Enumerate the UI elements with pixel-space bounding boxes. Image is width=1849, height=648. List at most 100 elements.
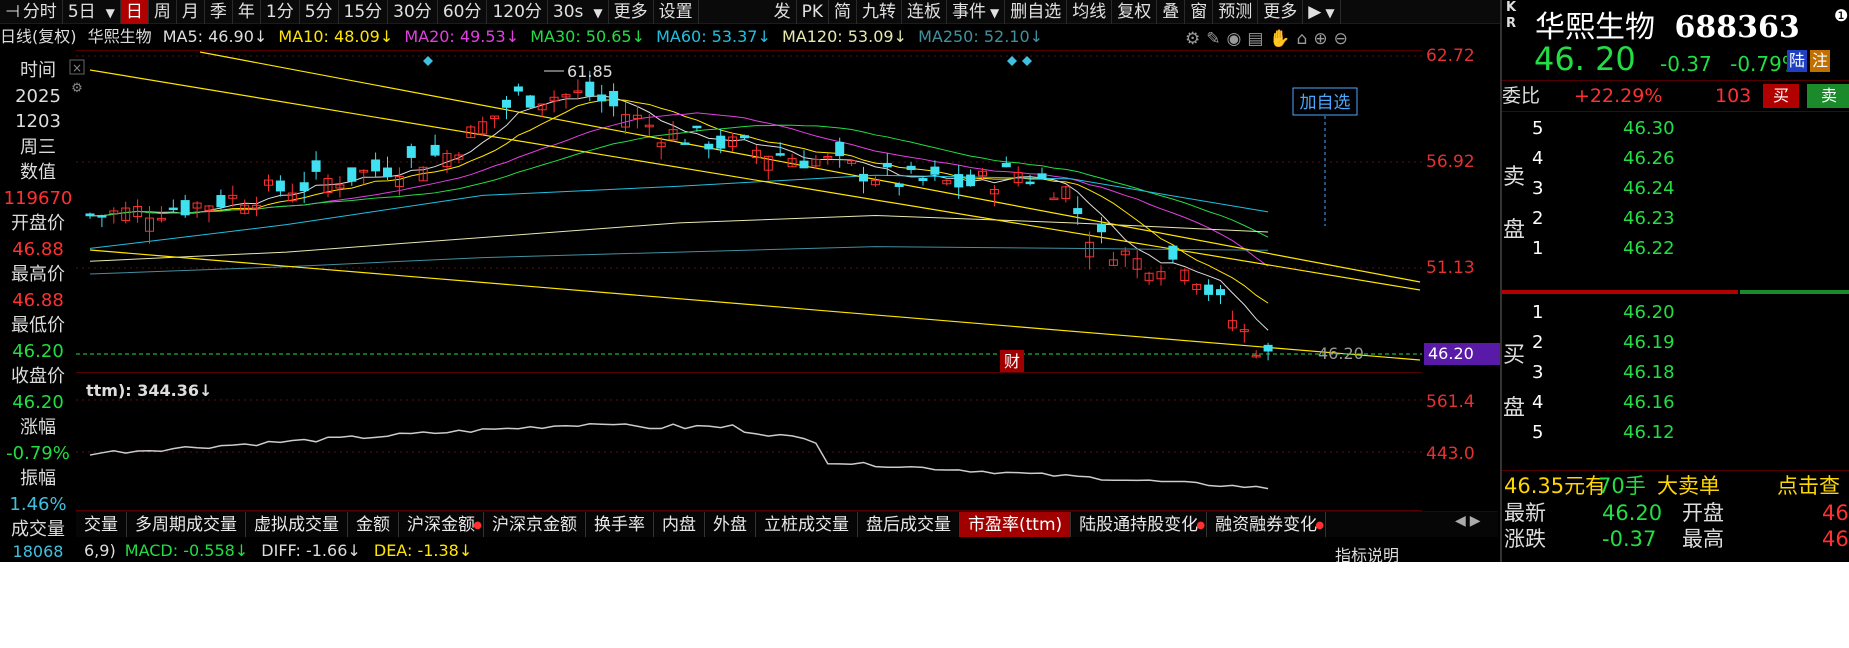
chevron-left-icon[interactable]: ◀: [1455, 513, 1470, 529]
candle-body: [371, 159, 381, 172]
tab-6[interactable]: 换手率: [586, 512, 654, 537]
dot-icon: ●: [1196, 520, 1206, 531]
order-book-row[interactable]: 1 46.20: [1532, 298, 1832, 327]
order-book-row[interactable]: 3 46.24: [1532, 174, 1832, 203]
tab-9[interactable]: 立桩成交量: [756, 512, 858, 537]
candle-body: [716, 135, 726, 149]
candle-body: [275, 180, 285, 192]
weibi-label: 委比: [1502, 85, 1541, 107]
ask-side-label-top: 卖: [1502, 165, 1525, 190]
close-icon[interactable]: ×: [72, 61, 82, 75]
tab-8[interactable]: 外盘: [705, 512, 756, 537]
price: 46.16: [1623, 392, 1675, 413]
stock-tags: 陆 注: [1787, 50, 1831, 72]
price: 46.18: [1623, 362, 1675, 383]
price: 46.20: [1623, 302, 1675, 323]
sell-button[interactable]: 卖: [1807, 84, 1849, 108]
tag-lu[interactable]: 陆: [1787, 50, 1808, 72]
tab-label: 沪深京金额: [492, 515, 577, 535]
current-price-badge: 46.20: [1424, 343, 1500, 365]
big-order-row[interactable]: 46.35元有 70手 大卖单 点击查: [1502, 470, 1849, 500]
tab-2[interactable]: 虚拟成交量: [246, 512, 348, 537]
candle-body: [97, 215, 107, 218]
price: 46.19: [1623, 332, 1675, 353]
grid-lines: [76, 55, 1422, 453]
candle-body: [85, 213, 95, 217]
trend-line: [89, 69, 1421, 291]
candle-body: [299, 182, 309, 192]
indicator-explain-button[interactable]: 指标说明: [1335, 542, 1399, 562]
candle-body: [930, 166, 940, 175]
tab-scroll: ◀▶: [1455, 513, 1485, 529]
moving-average-lines: [89, 95, 1269, 331]
last-price: 46. 20: [1534, 40, 1636, 78]
quote-key: 开盘: [1682, 501, 1724, 525]
add-watch-label[interactable]: 加自选: [1300, 93, 1351, 113]
order-book-row[interactable]: 2 46.23: [1532, 204, 1832, 233]
change-amount: -0.37: [1660, 52, 1712, 76]
big-order-action[interactable]: 点击查: [1777, 471, 1840, 501]
tab-label: 金额: [356, 515, 390, 535]
candle-body: [906, 165, 916, 171]
tab-4[interactable]: 沪深金额 ●: [399, 512, 484, 537]
price: 46.30: [1623, 118, 1675, 139]
order-book-row[interactable]: 5 46.30: [1532, 114, 1832, 143]
candle-body: [740, 135, 749, 139]
tab-label: 融资融券变化: [1215, 515, 1318, 535]
order-book-row[interactable]: 4 46.16: [1532, 388, 1832, 417]
tab-3[interactable]: 金额: [348, 512, 399, 537]
tab-label: 沪深金额: [407, 515, 475, 535]
ask-side-label-bottom: 盘: [1502, 218, 1525, 243]
candle-body: [406, 146, 416, 158]
tab-label: 外盘: [713, 515, 747, 535]
level: 2: [1532, 332, 1544, 353]
order-book-row[interactable]: 4 46.26: [1532, 144, 1832, 173]
tab-10[interactable]: 盘后成交量: [858, 512, 960, 537]
chart-separator: [76, 372, 1422, 373]
diamond-marker: [1022, 56, 1032, 66]
tab-label: 立桩成交量: [764, 515, 849, 535]
order-book-row[interactable]: 5 46.12: [1532, 418, 1832, 447]
candle-body: [383, 167, 392, 178]
diamond-marker: [423, 56, 433, 66]
price: 46.24: [1623, 178, 1675, 199]
gear-icon[interactable]: ⚙: [71, 81, 83, 96]
order-book-row[interactable]: 2 46.19: [1532, 328, 1832, 357]
macd-prefix: 6,9): [84, 541, 116, 560]
chevron-right-icon[interactable]: ▶: [1470, 513, 1485, 529]
stock-chart-app: ⊣ 分时 5日 ▼ 日周月季年 1分 5分 15分 30分 60分 120分 30s ▼ 更多 设置发 PK 简…: [0, 0, 1849, 562]
candle-body: [430, 144, 440, 156]
tab-label: 盘后成交量: [866, 515, 951, 535]
tab-5[interactable]: 沪深京金额: [484, 512, 586, 537]
long-ma-line: [89, 215, 1269, 262]
info-icon[interactable]: ❶: [1834, 6, 1848, 25]
tab-0[interactable]: 交量: [76, 512, 127, 537]
tab-11[interactable]: 市盈率(ttm): [960, 512, 1072, 537]
order-book-row[interactable]: 3 46.18: [1532, 358, 1832, 387]
tab-label: 换手率: [594, 515, 645, 535]
divider-green: [1740, 290, 1849, 294]
order-book-row[interactable]: 1 46.22: [1532, 234, 1832, 263]
candle-body: [168, 207, 178, 211]
tab-label: 内盘: [662, 515, 696, 535]
candle-body: [311, 160, 321, 172]
candle-body: [1097, 223, 1106, 233]
candle-body: [525, 95, 535, 108]
weibi-value: +22.29%: [1574, 85, 1663, 107]
quote-key: 最高: [1682, 527, 1724, 551]
tag-zhu[interactable]: 注: [1810, 50, 1831, 72]
candle-body: [513, 86, 523, 92]
tab-13[interactable]: 融资融券变化 ●: [1207, 512, 1327, 537]
candle-body: [1168, 245, 1178, 260]
tab-12[interactable]: 陆股通持股变化 ●: [1071, 512, 1208, 537]
level: 5: [1532, 422, 1544, 443]
quote-value: 46.20: [1602, 501, 1663, 525]
buy-button[interactable]: 买: [1763, 84, 1799, 108]
fin-marker: 财: [1004, 352, 1020, 371]
price-tick: 51.13: [1426, 258, 1475, 278]
tab-1[interactable]: 多周期成交量: [127, 512, 246, 537]
tab-7[interactable]: 内盘: [654, 512, 705, 537]
candlestick-chart[interactable]: 加自选 61.85 46.20 财 × ⚙ ttm): 344.36↓: [0, 0, 1422, 562]
trend-line: [89, 249, 1421, 361]
candle-body: [216, 195, 226, 208]
